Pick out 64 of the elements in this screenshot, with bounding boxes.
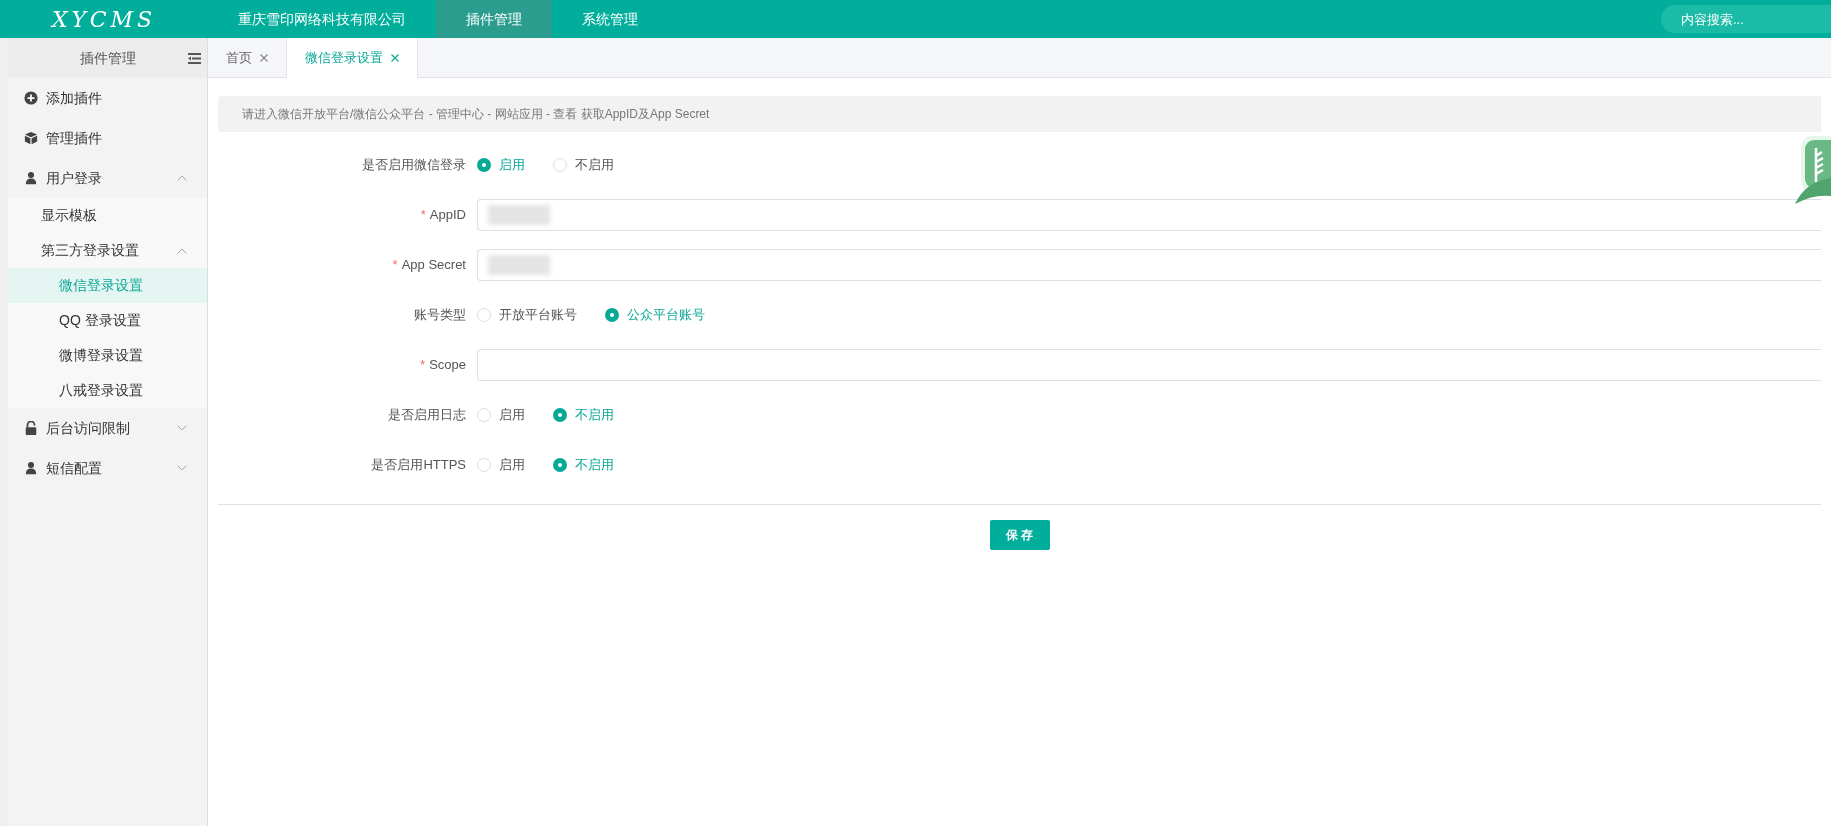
padlock-icon: [24, 421, 38, 435]
required-mark: *: [420, 356, 426, 375]
close-icon[interactable]: [260, 53, 268, 62]
chevron-up-icon[interactable]: [177, 247, 187, 254]
cube-icon: [24, 131, 38, 145]
field-label: 是否启用HTTPS: [371, 456, 466, 475]
user-icon: [24, 461, 38, 475]
plus-circle-icon: [24, 91, 38, 105]
sidebar-item[interactable]: 微博登录设置: [8, 338, 207, 373]
radio-button[interactable]: [477, 158, 491, 172]
input-field[interactable]: [477, 349, 1821, 381]
sidebar-item-label: 微信登录设置: [59, 276, 143, 295]
redacted-value: [488, 205, 550, 225]
menu-icon[interactable]: [188, 52, 201, 64]
field-label: 是否启用日志: [388, 406, 466, 425]
sidebar-item-label: 八戒登录设置: [59, 381, 143, 400]
field-label: Scope: [429, 356, 466, 375]
sidebar-item-label: QQ 登录设置: [59, 311, 141, 330]
chevron-up-icon[interactable]: [177, 175, 187, 181]
field-label: App Secret: [401, 256, 466, 275]
radio-button[interactable]: [477, 308, 491, 322]
sidebar-item[interactable]: 短信配置: [8, 448, 207, 488]
sidebar-item[interactable]: 添加插件: [8, 78, 207, 118]
user-icon: [24, 171, 38, 185]
sidebar-item[interactable]: 八戒登录设置: [8, 373, 207, 408]
chevron-down-icon[interactable]: [177, 425, 187, 431]
radio-option[interactable]: 不启用: [553, 155, 614, 175]
radio-option[interactable]: 启用: [477, 405, 525, 425]
sidebar-item[interactable]: 用户登录: [8, 158, 207, 198]
sidebar-item-label: 后台访问限制: [46, 418, 130, 438]
radio-button[interactable]: [553, 408, 567, 422]
sidebar-item[interactable]: 后台访问限制: [8, 408, 207, 448]
chevron-down-icon[interactable]: [177, 465, 187, 471]
sidebar-item-label: 显示模板: [41, 206, 97, 225]
sidebar-item[interactable]: 显示模板: [8, 198, 207, 233]
input-field[interactable]: [477, 199, 1821, 231]
hint-bar: 请进入微信开放平台/微信公众平台 - 管理中心 - 网站应用 - 查看 获取AppID及App Secret: [218, 96, 1821, 132]
field-label: AppID: [429, 206, 466, 225]
sidebar-item-label: 微博登录设置: [59, 346, 143, 365]
field-label: 是否启用微信登录: [362, 156, 466, 175]
search-field[interactable]: 内容搜索...: [1661, 5, 1831, 33]
radio-button[interactable]: [553, 458, 567, 472]
radio-option[interactable]: 开放平台账号: [477, 305, 577, 325]
radio-option[interactable]: 启用: [477, 455, 525, 475]
sidebar-title: 插件管理: [79, 48, 136, 68]
required-mark: *: [392, 256, 398, 275]
sidebar-item-label: 用户登录: [46, 168, 102, 188]
close-icon[interactable]: [391, 54, 399, 62]
sidebar-item[interactable]: 第三方登录设置: [8, 233, 207, 268]
sidebar-item-label: 添加插件: [46, 88, 102, 108]
sidebar-item[interactable]: 管理插件: [8, 118, 207, 158]
redacted-value: [488, 255, 550, 275]
radio-button[interactable]: [605, 308, 619, 322]
sidebar-item-label: 短信配置: [46, 458, 102, 478]
sidebar-item[interactable]: QQ 登录设置: [8, 303, 207, 338]
field-label: 账号类型: [414, 306, 466, 325]
radio-button[interactable]: [477, 458, 491, 472]
radio-button[interactable]: [477, 408, 491, 422]
required-mark: *: [420, 206, 426, 225]
input-field[interactable]: [477, 249, 1821, 281]
radio-button[interactable]: [553, 158, 567, 172]
sidebar-item-label: 管理插件: [46, 128, 102, 148]
leaf-logo-icon: [1795, 134, 1831, 204]
sidebar-item-label: 第三方登录设置: [41, 241, 139, 260]
